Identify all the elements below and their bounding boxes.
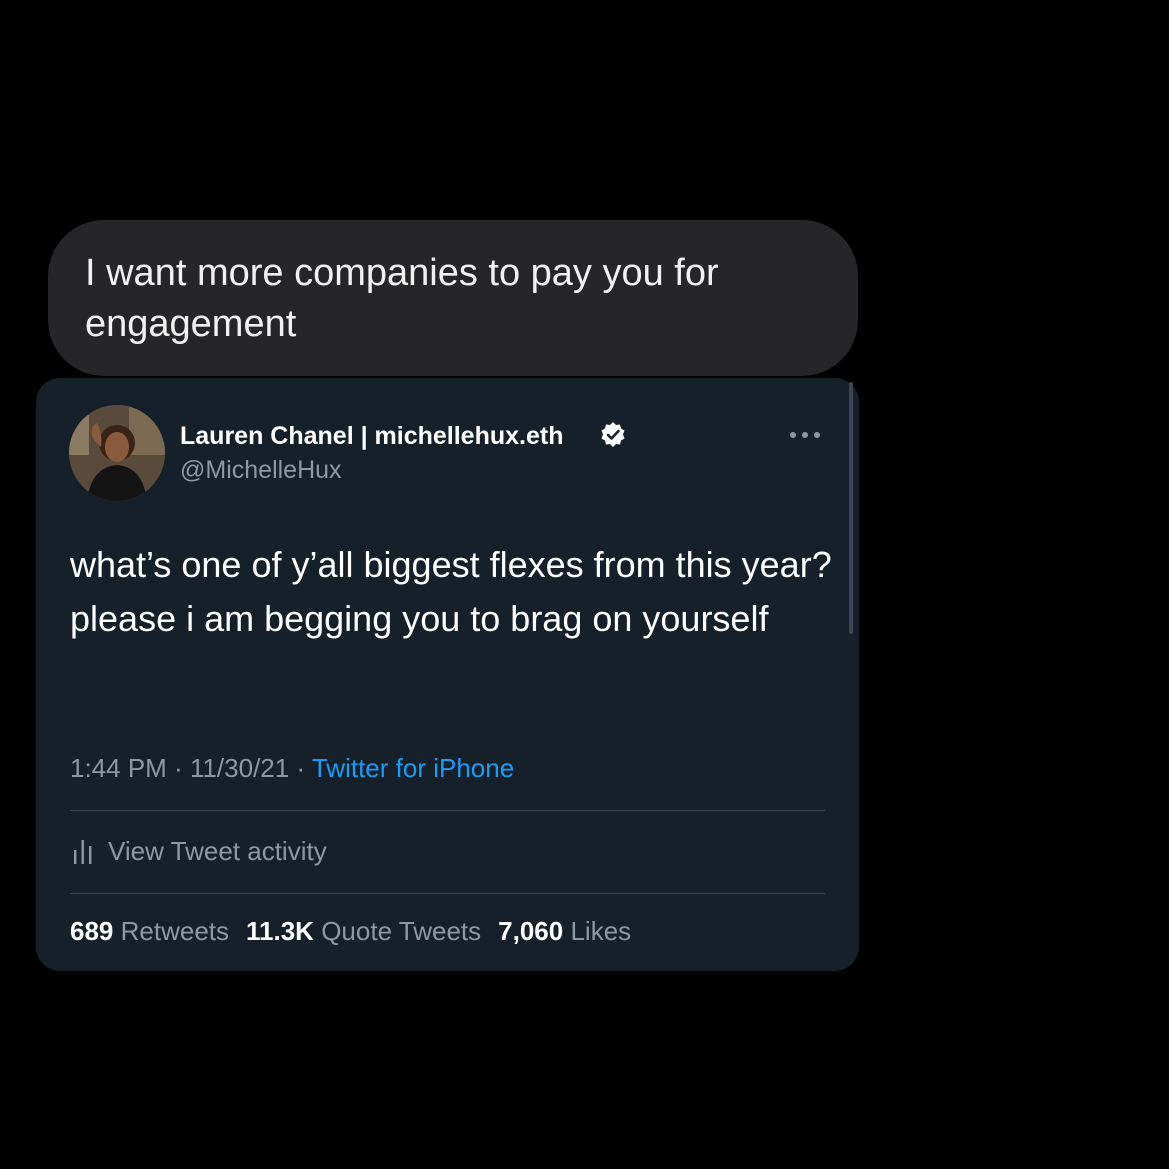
quote-tweets-count: 11.3K — [246, 916, 314, 946]
tweet-source-link[interactable]: Twitter for iPhone — [312, 753, 514, 783]
retweets-label: Retweets — [120, 916, 230, 946]
tweet-text: what’s one of y’all biggest flexes from … — [70, 544, 832, 639]
tweet-date[interactable]: 11/30/21 — [190, 753, 289, 783]
view-tweet-activity-label: View Tweet activity — [108, 835, 327, 866]
quote-tweets-stat[interactable]: 11.3K Quote Tweets — [246, 916, 481, 947]
divider — [70, 810, 825, 811]
verified-badge-icon — [601, 422, 625, 447]
bar-chart-icon — [74, 840, 92, 864]
more-options-icon[interactable] — [788, 430, 822, 440]
quote-tweets-label: Quote Tweets — [321, 916, 482, 946]
meta-separator: · — [289, 753, 312, 783]
avatar-photo — [69, 405, 165, 501]
author-handle[interactable]: @MichelleHux — [180, 456, 342, 485]
retweets-count: 689 — [70, 916, 114, 946]
divider — [70, 893, 825, 894]
likes-count: 7,060 — [498, 916, 564, 946]
avatar[interactable] — [69, 405, 165, 501]
message-bubble: I want more companies to pay you for eng… — [48, 220, 858, 376]
tweet-time[interactable]: 1:44 PM — [70, 753, 167, 783]
tweet-meta: 1:44 PM · 11/30/21 · Twitter for iPhone — [70, 753, 514, 784]
likes-stat[interactable]: 7,060 Likes — [498, 916, 631, 947]
meta-separator: · — [166, 753, 190, 783]
retweets-stat[interactable]: 689 Retweets — [70, 916, 229, 947]
scrollbar[interactable] — [849, 382, 853, 634]
likes-label: Likes — [570, 916, 632, 946]
tweet-stats: 689 Retweets 11.3K Quote Tweets 7,060 Li… — [70, 916, 631, 947]
embedded-tweet-card[interactable]: Lauren Chanel | michellehux.eth @Michell… — [36, 378, 859, 971]
view-tweet-activity-button[interactable]: View Tweet activity — [72, 833, 327, 869]
message-text: I want more companies to pay you for eng… — [85, 252, 719, 345]
author-name[interactable]: Lauren Chanel | michellehux.eth — [180, 422, 563, 451]
